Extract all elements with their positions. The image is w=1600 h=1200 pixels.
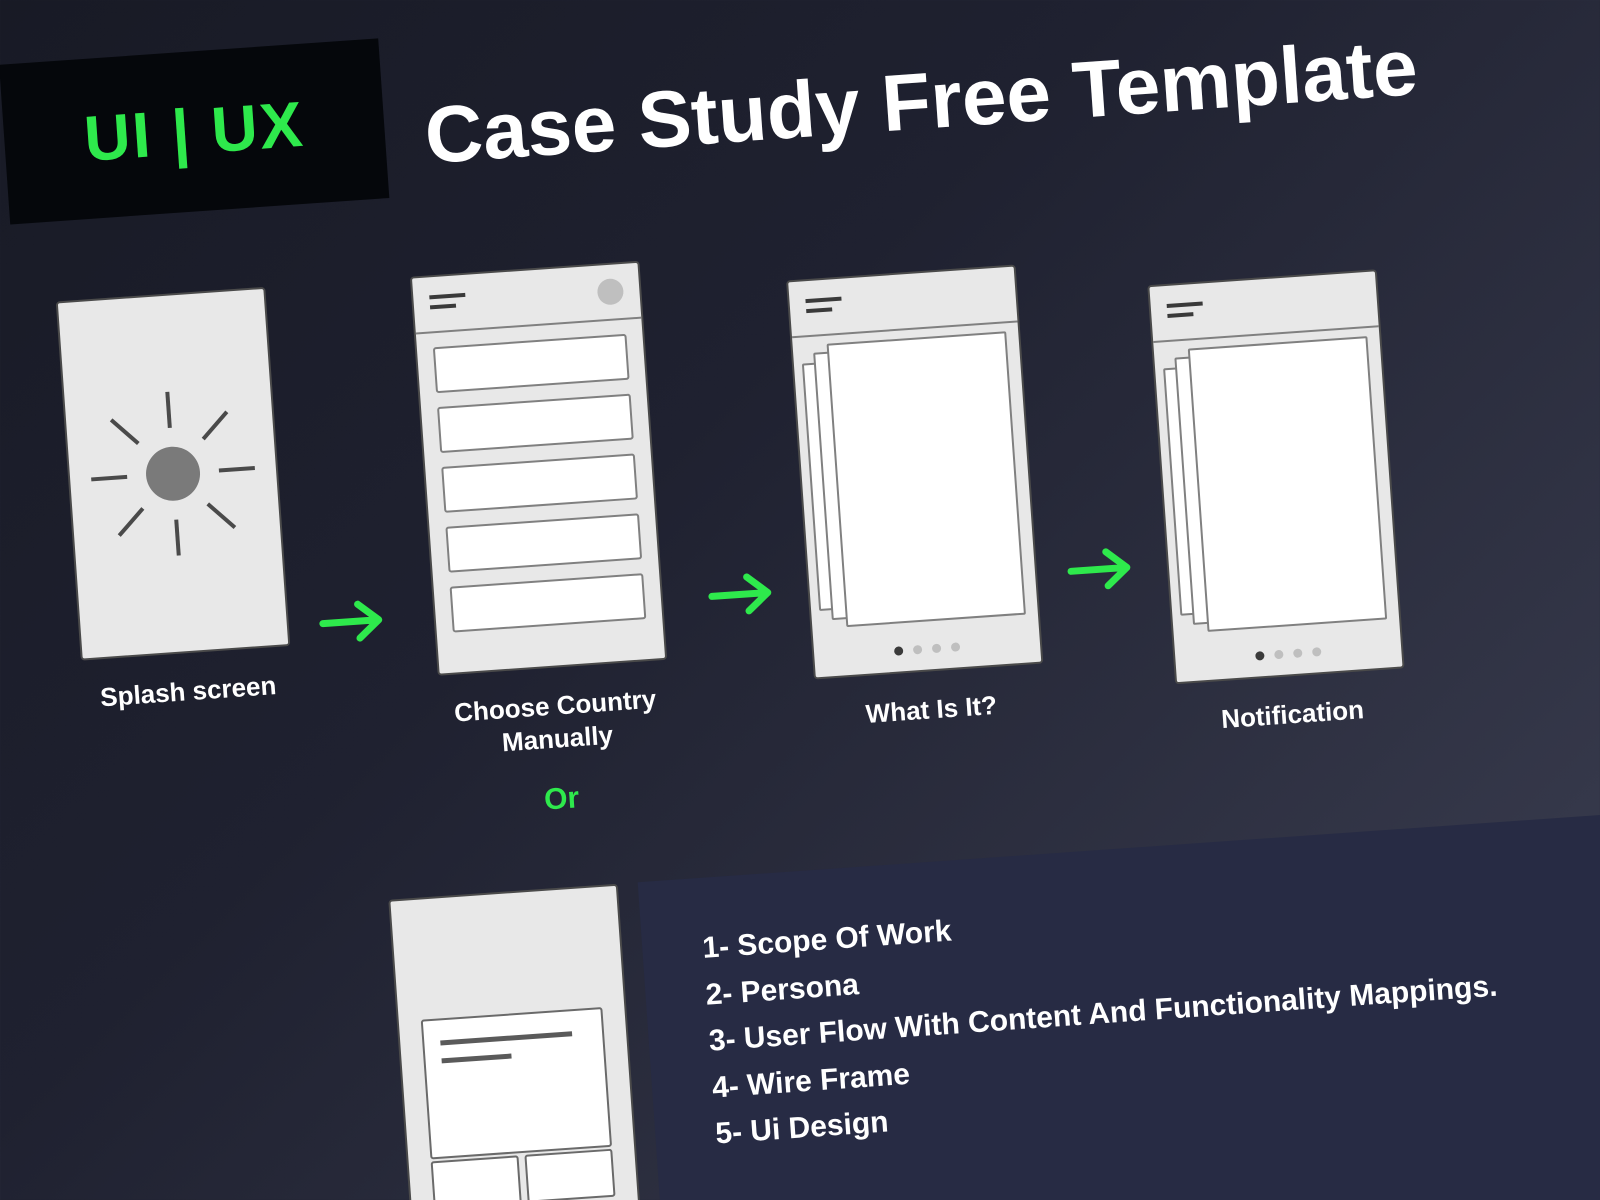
page-title: Case Study Free Template (422, 21, 1420, 182)
step-label-country: Choose Country Manually (424, 681, 688, 764)
list-item (433, 334, 630, 393)
dialog-button (524, 1149, 615, 1200)
step-notification: Notification (1147, 269, 1408, 738)
or-label: Or (543, 781, 580, 817)
carousel-dots (1175, 641, 1401, 666)
list-item (441, 453, 638, 512)
wireframe-splash (56, 287, 291, 661)
arrow-icon (1065, 541, 1138, 596)
step-dialog (388, 884, 645, 1200)
step-choose-country: Choose Country Manually Or (395, 260, 693, 826)
menu-icon (429, 293, 465, 300)
arrow-icon (706, 566, 779, 621)
contents-panel: 1- Scope Of Work 2- Persona 3- User Flow… (638, 804, 1600, 1200)
wireframe-notification (1147, 269, 1404, 684)
menu-icon (1167, 301, 1203, 308)
brand-badge: UI | UX (0, 38, 389, 224)
flow-row: Splash screen (56, 193, 1600, 849)
arrow-icon (317, 594, 390, 649)
sun-icon (144, 445, 202, 503)
list-item (450, 573, 647, 632)
step-label-splash: Splash screen (99, 669, 277, 714)
step-label-whatisit: What Is It? (865, 689, 998, 731)
dialog-button (431, 1155, 522, 1200)
list-item (445, 513, 642, 572)
wireframe-carousel (786, 264, 1043, 679)
carousel-dots (814, 637, 1040, 662)
menu-icon (805, 297, 841, 304)
wireframe-list (410, 261, 667, 676)
avatar-icon (597, 278, 625, 306)
list-item (437, 394, 634, 453)
step-splash: Splash screen (56, 287, 294, 715)
step-what-is-it: What Is It? (786, 264, 1047, 733)
step-label-notification: Notification (1220, 693, 1365, 735)
wireframe-dialog (388, 884, 645, 1200)
brand-badge-text: UI | UX (82, 87, 307, 176)
